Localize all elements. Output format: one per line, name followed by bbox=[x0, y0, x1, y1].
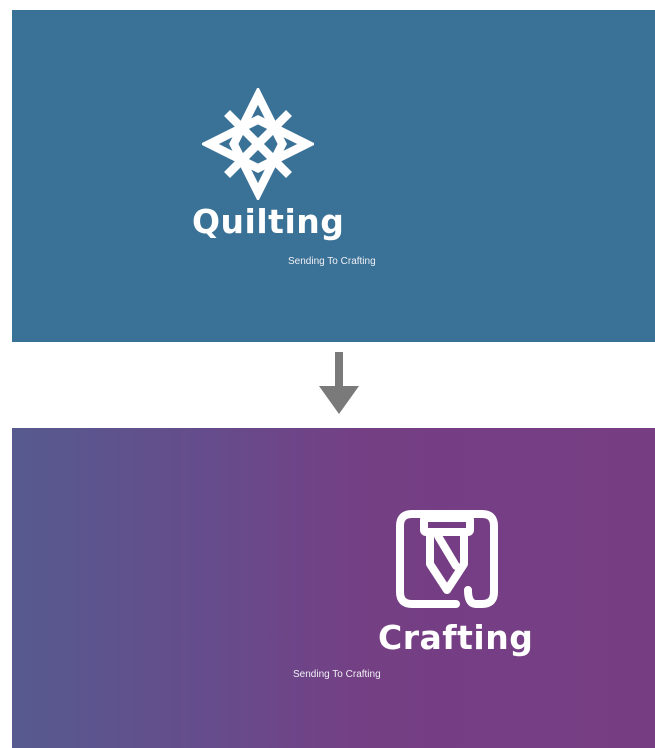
quilt-star-icon bbox=[202, 88, 314, 200]
quilting-caption: Sending To Crafting bbox=[288, 256, 376, 267]
crafting-caption: Sending To Crafting bbox=[293, 669, 381, 680]
quilting-brand-title: Quilting bbox=[192, 202, 345, 241]
arrow-down-icon bbox=[319, 352, 359, 414]
quilting-panel: Quilting Sending To Crafting bbox=[12, 10, 655, 342]
crafting-tool-icon bbox=[396, 510, 498, 608]
crafting-panel: Crafting Sending To Crafting bbox=[12, 428, 655, 748]
crafting-brand-title: Crafting bbox=[378, 618, 534, 657]
